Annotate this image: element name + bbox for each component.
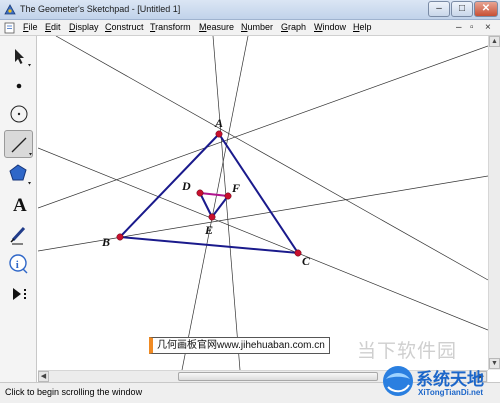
title-bar: The Geometer's Sketchpad - [Untitled 1] …	[0, 0, 500, 20]
segment-d-f	[199, 192, 229, 197]
doc-minimize-button[interactable]: –	[456, 22, 462, 34]
menu-window[interactable]: Window	[314, 22, 346, 32]
globe-logo-icon	[383, 366, 413, 396]
play-icon	[13, 288, 26, 300]
straightedge-tool[interactable]	[4, 130, 33, 158]
label-a: A	[214, 116, 223, 130]
point-e	[208, 213, 216, 221]
brand2-url-watermark: XiTongTianDi.net	[418, 388, 484, 397]
doc-restore-button[interactable]: ▫	[470, 22, 474, 34]
site-watermark: 几何画板官网www.jihehuaban.com.cn	[149, 337, 330, 354]
marker-tool[interactable]	[4, 220, 33, 248]
vertical-scrollbar[interactable]: ▲ ▼	[488, 36, 500, 370]
information-tool[interactable]: i	[4, 250, 33, 278]
maximize-button[interactable]: □	[451, 1, 473, 17]
menu-number[interactable]: Number	[241, 22, 273, 32]
toolbox: A i	[0, 36, 37, 382]
brand-watermark: 当下软件园	[357, 341, 458, 362]
polygon-icon	[9, 164, 31, 185]
info-icon: i	[9, 254, 28, 274]
point-c	[294, 249, 302, 257]
label-f: F	[231, 181, 240, 195]
brand2-watermark: 系统天地	[416, 370, 484, 389]
point-icon	[16, 83, 22, 89]
line-b-f	[55, 36, 488, 281]
arrow-icon	[15, 49, 31, 67]
label-b: B	[101, 235, 110, 249]
segment-icon	[11, 137, 32, 156]
label-c: C	[302, 254, 311, 268]
text-tool-glyph: A	[13, 195, 27, 216]
letter-a-icon: A	[13, 195, 27, 216]
line-a-d	[212, 36, 241, 370]
label-d: D	[181, 179, 191, 193]
menu-bar: File Edit Display Construct Transform Me…	[0, 20, 500, 36]
compass-tool[interactable]	[4, 100, 33, 128]
point-d	[196, 189, 204, 197]
label-e: E	[204, 223, 213, 237]
marker-pen-icon	[10, 226, 26, 245]
sketchpad-app-icon	[4, 4, 16, 15]
horizontal-scroll-thumb[interactable]	[178, 372, 378, 381]
scroll-down-icon[interactable]: ▼	[489, 358, 500, 369]
menu-help[interactable]: Help	[353, 22, 372, 32]
menu-file[interactable]: File	[23, 22, 38, 32]
arrow-select-tool[interactable]	[4, 42, 33, 70]
text-tool[interactable]: A	[4, 190, 33, 218]
menu-edit[interactable]: Edit	[45, 22, 61, 32]
menu-transform[interactable]: Transform	[150, 22, 191, 32]
custom-tool[interactable]	[4, 280, 33, 308]
menu-measure[interactable]: Measure	[199, 22, 234, 32]
sketch-canvas[interactable]: A B C D E F	[38, 36, 488, 370]
scroll-left-icon[interactable]: ◀	[38, 371, 49, 382]
circle-compass-icon	[10, 105, 28, 123]
doc-close-button[interactable]: ×	[485, 22, 491, 34]
segment-e-d	[199, 192, 213, 218]
menu-display[interactable]: Display	[69, 22, 99, 32]
window-title: The Geometer's Sketchpad - [Untitled 1]	[20, 4, 181, 14]
document-icon[interactable]	[4, 22, 15, 34]
svg-text:i: i	[16, 259, 19, 271]
status-text: Click to begin scrolling the window	[5, 387, 143, 397]
point-f	[224, 192, 232, 200]
minimize-button[interactable]: –	[428, 1, 450, 17]
menu-graph[interactable]: Graph	[281, 22, 306, 32]
polygon-tool[interactable]	[4, 160, 33, 188]
point-tool[interactable]	[4, 72, 33, 100]
geometry-figure: A B C D E F	[38, 36, 488, 370]
scroll-up-icon[interactable]: ▲	[489, 36, 500, 47]
close-button[interactable]: ✕	[474, 1, 498, 17]
point-b	[116, 233, 124, 241]
menu-construct[interactable]: Construct	[105, 22, 144, 32]
line-a-e	[181, 36, 249, 370]
line-c-f	[38, 45, 488, 209]
point-a	[215, 130, 223, 138]
